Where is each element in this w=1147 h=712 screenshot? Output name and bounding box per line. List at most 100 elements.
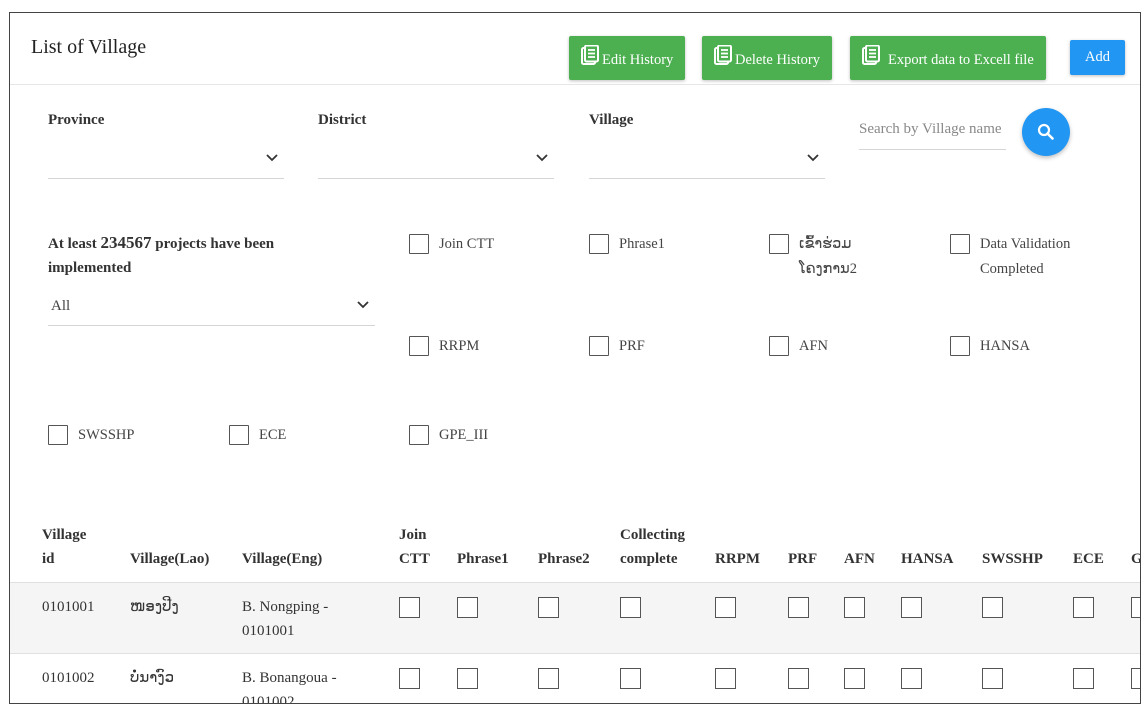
- cell-checkbox-prf[interactable]: [788, 597, 809, 618]
- cell-checkbox-afn[interactable]: [844, 668, 865, 689]
- col-prf[interactable]: PRF: [788, 547, 817, 571]
- col-label: CTT: [399, 551, 430, 567]
- col-hansa[interactable]: HANSA: [901, 547, 954, 571]
- cell-checkbox-join-ctt[interactable]: [399, 668, 420, 689]
- edit-history-button[interactable]: Edit History: [569, 36, 686, 80]
- checkbox-gpe-iii[interactable]: GPE_III: [409, 425, 488, 448]
- cell-checkbox-phrase2[interactable]: [538, 597, 559, 618]
- checkbox-box[interactable]: [769, 234, 789, 254]
- col-village-lao[interactable]: Village(Lao): [130, 547, 209, 571]
- col-label: id: [42, 551, 55, 567]
- chevron-down-icon: [807, 154, 819, 162]
- cell-checkbox-hansa[interactable]: [901, 597, 922, 618]
- col-label: Collecting: [620, 527, 685, 543]
- checkbox-box[interactable]: [409, 336, 429, 356]
- checkbox-label: Join CTT: [439, 236, 495, 252]
- document-icon: [581, 45, 599, 65]
- page-title: List of Village: [31, 36, 147, 58]
- checkbox-hansa[interactable]: HANSA: [950, 336, 1030, 359]
- cell-checkbox-phrase2[interactable]: [538, 668, 559, 689]
- checkbox-join-ctt[interactable]: Join CTT: [409, 234, 494, 257]
- cell-checkbox-phrase1[interactable]: [457, 668, 478, 689]
- search-button[interactable]: [1022, 108, 1070, 156]
- cell-checkbox-rrpm[interactable]: [715, 668, 736, 689]
- chevron-down-icon: [536, 154, 548, 162]
- cell-checkbox-prf[interactable]: [788, 668, 809, 689]
- checkbox-label: Phrase1: [619, 236, 665, 252]
- checkbox-data-validation[interactable]: Data Validation Completed: [950, 234, 1070, 282]
- cell-checkbox-collecting[interactable]: [620, 597, 641, 618]
- checkbox-swsshp[interactable]: SWSSHP: [48, 425, 134, 448]
- cell-village-id: 0101002: [42, 670, 95, 686]
- checkbox-box[interactable]: [409, 425, 429, 445]
- checkbox-phrase1[interactable]: Phrase1: [589, 234, 665, 257]
- search-input[interactable]: Search by Village name: [859, 116, 1006, 150]
- cell-line: B. Nongping -: [242, 599, 329, 615]
- checkbox-box[interactable]: [409, 234, 429, 254]
- district-select[interactable]: [318, 139, 554, 179]
- checkbox-rrpm[interactable]: RRPM: [409, 336, 479, 359]
- checkbox-label-line1: Data Validation: [980, 236, 1071, 252]
- col-join-ctt[interactable]: Join CTT: [399, 523, 430, 571]
- col-phrase1[interactable]: Phrase1: [457, 547, 509, 571]
- cell-village-eng: B. Nongping - 0101001: [242, 595, 328, 643]
- projects-count-select[interactable]: All: [48, 286, 375, 326]
- province-label: Province: [48, 112, 105, 128]
- cell-checkbox-swsshp[interactable]: [982, 597, 1003, 618]
- cell-checkbox-phrase1[interactable]: [457, 597, 478, 618]
- document-icon: [714, 45, 732, 65]
- checkbox-phrase2[interactable]: ເຂົ້າຮ່ວມ ໂຄງການ2: [769, 234, 857, 282]
- col-village-id[interactable]: Village id: [42, 523, 86, 571]
- checkbox-label-line1: ເຂົ້າຮ່ວມ: [799, 236, 852, 252]
- add-button[interactable]: Add: [1070, 40, 1125, 75]
- col-swsshp[interactable]: SWSSHP: [982, 547, 1043, 571]
- checkbox-box[interactable]: [589, 234, 609, 254]
- table-row: 0101002 ບໍ່ນາງົວ B. Bonangoua - 0101002: [10, 654, 1140, 704]
- checkbox-ece[interactable]: ECE: [229, 425, 286, 448]
- cell-checkbox-afn[interactable]: [844, 597, 865, 618]
- cell-checkbox-collecting[interactable]: [620, 668, 641, 689]
- checkbox-prf[interactable]: PRF: [589, 336, 645, 359]
- lead-number: 234567: [100, 233, 152, 252]
- cell-checkbox-swsshp[interactable]: [982, 668, 1003, 689]
- col-rrpm[interactable]: RRPM: [715, 547, 760, 571]
- checkbox-label: ECE: [259, 427, 287, 443]
- checkbox-box[interactable]: [769, 336, 789, 356]
- projects-count-value: All: [51, 298, 71, 314]
- cell-checkbox-gpe[interactable]: [1131, 597, 1140, 618]
- checkbox-label-line2: Completed: [980, 261, 1044, 277]
- province-select[interactable]: [48, 139, 284, 179]
- cell-checkbox-ece[interactable]: [1073, 597, 1094, 618]
- cell-checkbox-join-ctt[interactable]: [399, 597, 420, 618]
- checkbox-box[interactable]: [48, 425, 68, 445]
- col-gpe-partial[interactable]: G: [1131, 547, 1140, 571]
- cell-line: 0101002: [242, 694, 295, 704]
- cell-checkbox-ece[interactable]: [1073, 668, 1094, 689]
- page-header: List of Village Edit History Delete Hist…: [10, 13, 1140, 85]
- lead-prefix: At least: [48, 236, 101, 252]
- cell-checkbox-gpe[interactable]: [1131, 668, 1140, 689]
- col-phrase2[interactable]: Phrase2: [538, 547, 590, 571]
- table-header: Village id Village(Lao) Village(Eng) Join…: [10, 513, 1140, 583]
- checkbox-box[interactable]: [950, 234, 970, 254]
- delete-history-button[interactable]: Delete History: [702, 36, 832, 80]
- col-village-eng[interactable]: Village(Eng): [242, 547, 322, 571]
- export-excel-button[interactable]: Export data to Excell file: [850, 36, 1046, 80]
- projects-count-label: At least 234567 projects have been imple…: [48, 231, 338, 280]
- checkbox-box[interactable]: [950, 336, 970, 356]
- col-afn[interactable]: AFN: [844, 547, 875, 571]
- cell-line: 0101001: [242, 623, 295, 639]
- col-collecting-complete[interactable]: Collecting complete: [620, 523, 685, 571]
- col-ece[interactable]: ECE: [1073, 547, 1104, 571]
- chevron-down-icon: [266, 154, 278, 162]
- checkbox-box[interactable]: [229, 425, 249, 445]
- cell-checkbox-rrpm[interactable]: [715, 597, 736, 618]
- cell-checkbox-hansa[interactable]: [901, 668, 922, 689]
- checkbox-label: GPE_III: [439, 427, 489, 443]
- village-select[interactable]: [589, 139, 825, 179]
- checkbox-afn[interactable]: AFN: [769, 336, 828, 359]
- checkbox-label: RRPM: [439, 338, 480, 354]
- checkbox-label: HANSA: [980, 338, 1030, 354]
- checkbox-box[interactable]: [589, 336, 609, 356]
- district-label: District: [318, 112, 367, 128]
